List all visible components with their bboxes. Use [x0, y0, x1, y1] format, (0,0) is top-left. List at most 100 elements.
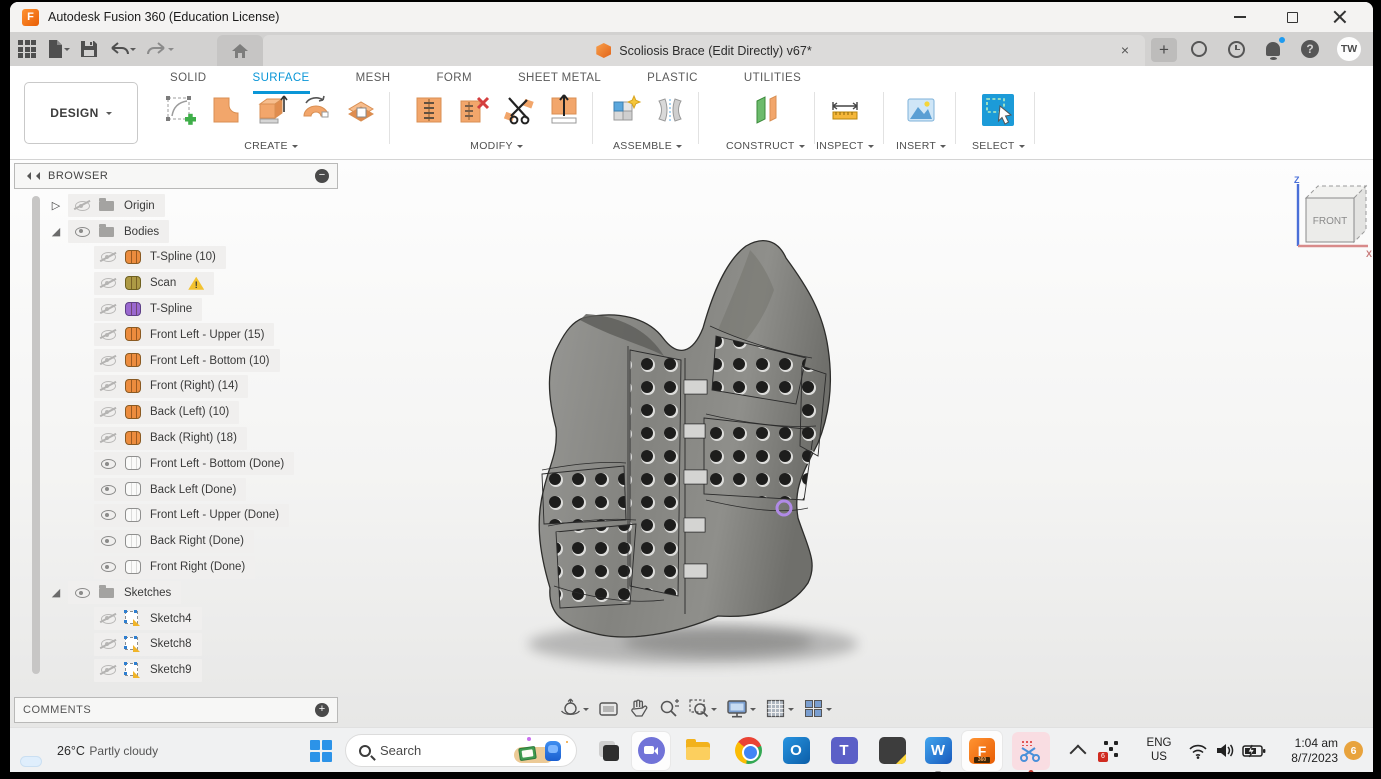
- create-group-label[interactable]: CREATE: [244, 140, 298, 152]
- tree-row[interactable]: Scan: [14, 270, 344, 296]
- close-button[interactable]: [1333, 10, 1347, 24]
- visibility-toggle-icon[interactable]: [73, 586, 91, 600]
- notifications-bell-icon[interactable]: [1263, 39, 1283, 59]
- extrude-button[interactable]: [252, 91, 290, 129]
- visibility-toggle-icon[interactable]: [99, 302, 117, 316]
- browser-panel-header[interactable]: BROWSER: [14, 163, 338, 189]
- account-avatar[interactable]: TW: [1337, 37, 1361, 61]
- display-settings-icon[interactable]: [724, 696, 758, 721]
- visibility-toggle-icon[interactable]: [99, 637, 117, 651]
- collapse-panel-icon[interactable]: [23, 172, 40, 180]
- expander-icon[interactable]: [74, 533, 90, 549]
- visibility-toggle-icon[interactable]: [99, 276, 117, 290]
- scoliosis-brace-model[interactable]: [478, 218, 908, 678]
- outlook-button[interactable]: O: [778, 728, 814, 772]
- file-explorer-button[interactable]: [680, 728, 716, 772]
- expander-icon[interactable]: [74, 378, 90, 394]
- chrome-button[interactable]: [730, 728, 766, 772]
- dark-app-button[interactable]: [874, 728, 910, 772]
- save-button[interactable]: [80, 40, 98, 58]
- tree-row[interactable]: Front Left - Upper (15): [14, 322, 344, 348]
- undo-button[interactable]: [108, 41, 136, 57]
- expander-icon[interactable]: [74, 636, 90, 652]
- fit-zoom-icon[interactable]: [686, 696, 719, 721]
- visibility-toggle-icon[interactable]: [99, 508, 117, 522]
- visibility-toggle-icon[interactable]: [99, 379, 117, 393]
- notification-count-badge[interactable]: 6: [1344, 728, 1363, 772]
- viewports-icon[interactable]: [801, 696, 834, 721]
- visibility-toggle-icon[interactable]: [99, 612, 117, 626]
- snipping-tool-button[interactable]: [1012, 728, 1050, 772]
- viewport-canvas[interactable]: BROWSER Origin: [10, 160, 1373, 727]
- home-button[interactable]: [217, 35, 263, 66]
- view-cube[interactable]: FRONT Z X: [1282, 174, 1373, 260]
- tree-row[interactable]: Sketches: [14, 580, 344, 606]
- redo-button[interactable]: [146, 41, 174, 57]
- visibility-toggle-icon[interactable]: [99, 457, 117, 471]
- expander-icon[interactable]: [74, 611, 90, 627]
- revolve-button[interactable]: [297, 91, 335, 129]
- insert-group-label[interactable]: INSERT: [896, 140, 946, 152]
- language-switcher[interactable]: ENG US: [1142, 728, 1176, 772]
- tree-row[interactable]: Front Right (Done): [14, 554, 344, 580]
- maximize-button[interactable]: [1281, 6, 1303, 28]
- browser-minimize-icon[interactable]: [315, 169, 329, 183]
- expander-icon[interactable]: [74, 482, 90, 498]
- expander-icon[interactable]: [48, 224, 64, 240]
- document-tab[interactable]: Scoliosis Brace (Edit Directly) v67* ×: [263, 35, 1145, 66]
- modify-group-label[interactable]: MODIFY: [470, 140, 523, 152]
- visibility-toggle-icon[interactable]: [73, 199, 91, 213]
- expander-icon[interactable]: [74, 456, 90, 472]
- expander-icon[interactable]: [74, 327, 90, 343]
- zoom-icon[interactable]: [656, 696, 681, 721]
- comments-bar[interactable]: COMMENTS: [14, 697, 338, 723]
- select-button[interactable]: [979, 91, 1017, 129]
- inspect-group-label[interactable]: INSPECT: [816, 140, 874, 152]
- create-sketch-button[interactable]: [162, 91, 200, 129]
- visibility-toggle-icon[interactable]: [99, 560, 117, 574]
- expander-icon[interactable]: [74, 430, 90, 446]
- job-status-icon[interactable]: [1226, 39, 1246, 59]
- tree-row[interactable]: Origin: [14, 193, 344, 219]
- offset-plane-button[interactable]: [746, 91, 784, 129]
- tree-row[interactable]: Front Left - Bottom (10): [14, 348, 344, 374]
- teams-button[interactable]: T: [826, 728, 862, 772]
- tree-row[interactable]: Back Right (Done): [14, 528, 344, 554]
- construct-group-label[interactable]: CONSTRUCT: [726, 140, 805, 152]
- unstitch-button[interactable]: [455, 91, 493, 129]
- task-view-button[interactable]: [590, 728, 626, 772]
- design-workspace-selector[interactable]: DESIGN: [24, 82, 138, 144]
- app-grid-icon[interactable]: [18, 40, 36, 58]
- wifi-icon[interactable]: [1188, 728, 1208, 772]
- expander-icon[interactable]: [74, 249, 90, 265]
- visibility-toggle-icon[interactable]: [99, 483, 117, 497]
- select-group-label[interactable]: SELECT: [972, 140, 1025, 152]
- volume-icon[interactable]: [1215, 728, 1235, 772]
- tree-row[interactable]: Back Left (Done): [14, 477, 344, 503]
- tree-row[interactable]: Back (Right) (18): [14, 425, 344, 451]
- expander-icon[interactable]: [74, 662, 90, 678]
- orbit-icon[interactable]: [558, 696, 591, 721]
- tree-row[interactable]: Back (Left) (10): [14, 399, 344, 425]
- teams-chat-button[interactable]: [632, 728, 670, 772]
- fusion-taskbar-button[interactable]: F360: [962, 728, 1002, 772]
- expander-icon[interactable]: [74, 404, 90, 420]
- clock-widget[interactable]: 1:04 am 8/7/2023: [1276, 728, 1338, 772]
- add-comment-icon[interactable]: [315, 703, 329, 717]
- search-box[interactable]: Search: [345, 734, 577, 767]
- tree-row[interactable]: Front (Right) (14): [14, 374, 344, 400]
- minimize-button[interactable]: [1229, 6, 1251, 28]
- grid-snap-icon[interactable]: [763, 696, 796, 721]
- file-menu-button[interactable]: [46, 39, 70, 59]
- extensions-icon[interactable]: [1189, 39, 1209, 59]
- visibility-toggle-icon[interactable]: [99, 405, 117, 419]
- battery-icon[interactable]: [1242, 728, 1266, 772]
- word-button[interactable]: W: [920, 728, 956, 772]
- thicken-button[interactable]: [342, 91, 380, 129]
- tree-row[interactable]: Sketch9: [14, 657, 344, 683]
- expander-icon[interactable]: [48, 198, 64, 214]
- visibility-toggle-icon[interactable]: [99, 250, 117, 264]
- pan-icon[interactable]: [626, 696, 651, 721]
- tree-row[interactable]: Bodies: [14, 219, 344, 245]
- tree-row[interactable]: Sketch4: [14, 606, 344, 632]
